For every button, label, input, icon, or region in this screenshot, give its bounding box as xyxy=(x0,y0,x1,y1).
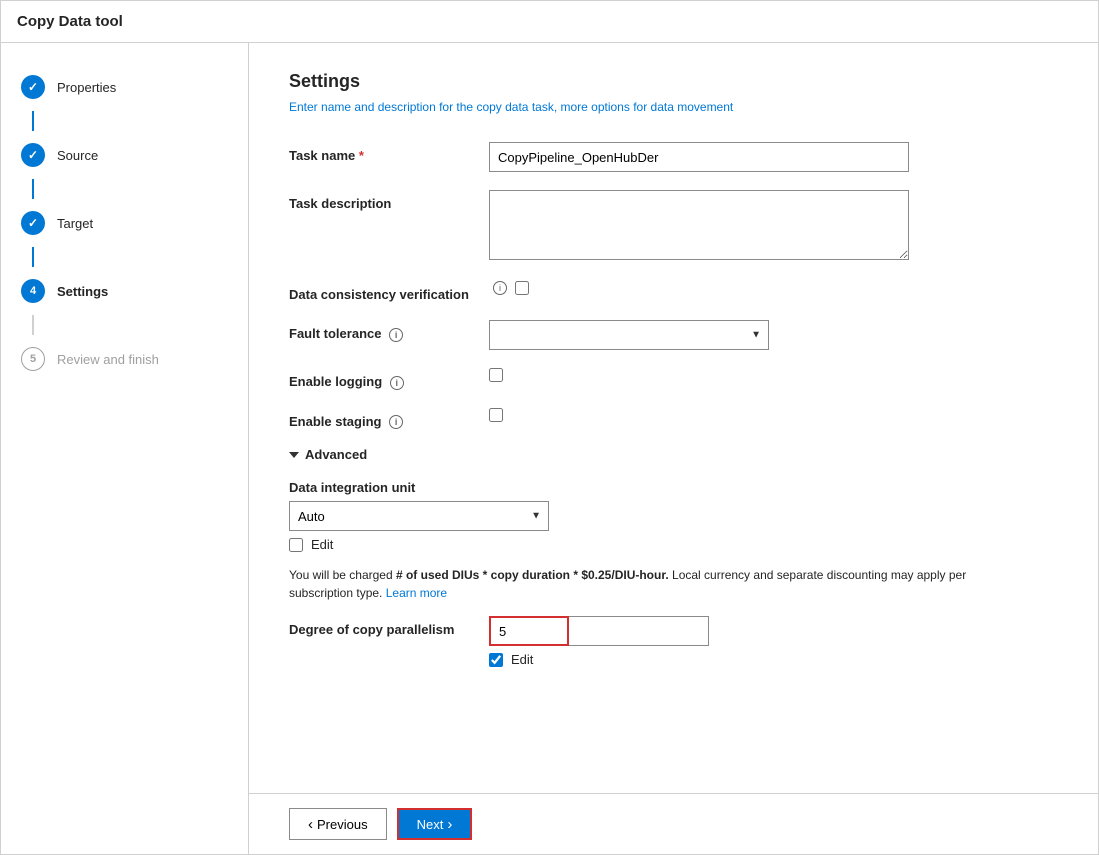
step-circle-properties xyxy=(21,75,45,99)
diu-select-wrap: Auto 2 4 8 16 32 ▼ xyxy=(289,501,549,531)
sidebar: Properties Source Target 4 Settings xyxy=(1,43,249,854)
fault-tolerance-select-wrap: ▼ xyxy=(489,320,769,350)
data-consistency-info-icon[interactable]: i xyxy=(493,281,507,295)
parallelism-edit-label: Edit xyxy=(511,652,533,667)
sidebar-label-settings: Settings xyxy=(57,284,108,299)
sidebar-label-properties: Properties xyxy=(57,80,116,95)
charge-notice: You will be charged # of used DIUs * cop… xyxy=(289,566,969,602)
app-title: Copy Data tool xyxy=(17,13,123,30)
fault-tolerance-label: Fault tolerance i xyxy=(289,320,489,342)
sidebar-item-properties[interactable]: Properties xyxy=(1,63,248,111)
data-consistency-label: Data consistency verification xyxy=(289,281,489,302)
previous-button[interactable]: Previous xyxy=(289,808,387,840)
enable-logging-row: Enable logging i xyxy=(289,368,1058,390)
task-name-control xyxy=(489,142,909,172)
title-bar: Copy Data tool xyxy=(1,1,1098,43)
sidebar-item-source[interactable]: Source xyxy=(1,131,248,179)
enable-logging-info-icon[interactable]: i xyxy=(390,376,404,390)
step-circle-source xyxy=(21,143,45,167)
fault-tolerance-row: Fault tolerance i ▼ xyxy=(289,320,1058,350)
advanced-section: Advanced xyxy=(289,447,1058,462)
enable-staging-label: Enable staging i xyxy=(289,408,489,430)
fault-tolerance-control: ▼ xyxy=(489,320,909,350)
next-label: Next xyxy=(417,817,444,832)
content-area: Settings Enter name and description for … xyxy=(249,43,1098,854)
main-content: Properties Source Target 4 Settings xyxy=(1,43,1098,854)
fault-tolerance-select[interactable] xyxy=(489,320,769,350)
fault-tolerance-info-icon[interactable]: i xyxy=(389,328,403,342)
enable-staging-info-icon[interactable]: i xyxy=(389,415,403,429)
enable-staging-control xyxy=(489,408,909,425)
enable-logging-checkbox[interactable] xyxy=(489,368,503,382)
parallelism-inputs xyxy=(489,616,709,646)
task-description-control xyxy=(489,190,909,263)
connector-2 xyxy=(32,179,34,199)
advanced-triangle-icon xyxy=(289,452,299,458)
advanced-label: Advanced xyxy=(305,447,367,462)
connector-3 xyxy=(32,247,34,267)
task-name-row: Task name xyxy=(289,142,1058,172)
task-description-label: Task description xyxy=(289,190,489,211)
section-subtitle: Enter name and description for the copy … xyxy=(289,100,1058,114)
task-name-input[interactable] xyxy=(489,142,909,172)
step-circle-review: 5 xyxy=(21,347,45,371)
step-circle-target xyxy=(21,211,45,235)
sidebar-item-review: 5 Review and finish xyxy=(1,335,248,383)
sidebar-label-review: Review and finish xyxy=(57,352,159,367)
connector-4 xyxy=(32,315,34,335)
chevron-right-icon xyxy=(447,816,452,833)
task-description-row: Task description xyxy=(289,190,1058,263)
data-consistency-checkbox[interactable] xyxy=(515,281,529,295)
diu-edit-row: Edit xyxy=(289,537,1058,552)
diu-section: Data integration unit Auto 2 4 8 16 32 ▼ xyxy=(289,480,1058,552)
task-name-label: Task name xyxy=(289,142,489,163)
learn-more-link[interactable]: Learn more xyxy=(386,586,447,600)
parallelism-input-2[interactable] xyxy=(569,616,709,646)
diu-label: Data integration unit xyxy=(289,480,1058,495)
footer: Previous Next xyxy=(249,793,1098,854)
section-title: Settings xyxy=(289,71,1058,92)
enable-logging-control xyxy=(489,368,909,385)
parallelism-edit-checkbox[interactable] xyxy=(489,653,503,667)
parallelism-input-1[interactable] xyxy=(489,616,569,646)
next-button[interactable]: Next xyxy=(397,808,473,840)
enable-staging-checkbox[interactable] xyxy=(489,408,503,422)
enable-logging-label: Enable logging i xyxy=(289,368,489,390)
sidebar-item-settings[interactable]: 4 Settings xyxy=(1,267,248,315)
charge-bold: # of used DIUs * copy duration * $0.25/D… xyxy=(396,568,669,582)
data-consistency-row: Data consistency verification i xyxy=(289,281,1058,302)
parallelism-edit-row: Edit xyxy=(489,652,709,667)
sidebar-item-target[interactable]: Target xyxy=(1,199,248,247)
sidebar-label-target: Target xyxy=(57,216,93,231)
enable-staging-row: Enable staging i xyxy=(289,408,1058,430)
diu-edit-checkbox[interactable] xyxy=(289,538,303,552)
diu-select[interactable]: Auto 2 4 8 16 32 xyxy=(289,501,549,531)
connector-1 xyxy=(32,111,34,131)
content-scroll: Settings Enter name and description for … xyxy=(249,43,1098,793)
data-consistency-control: i xyxy=(489,281,909,295)
chevron-left-icon xyxy=(308,816,313,833)
parallelism-row: Degree of copy parallelism Edit xyxy=(289,616,1058,667)
parallelism-label: Degree of copy parallelism xyxy=(289,616,489,637)
diu-edit-label: Edit xyxy=(311,537,333,552)
advanced-toggle[interactable]: Advanced xyxy=(289,447,1058,462)
previous-label: Previous xyxy=(317,817,368,832)
parallelism-controls: Edit xyxy=(489,616,709,667)
task-description-input[interactable] xyxy=(489,190,909,260)
charge-part1: You will be charged xyxy=(289,568,396,582)
step-circle-settings: 4 xyxy=(21,279,45,303)
sidebar-label-source: Source xyxy=(57,148,98,163)
app-container: Copy Data tool Properties Source Target xyxy=(0,0,1099,855)
